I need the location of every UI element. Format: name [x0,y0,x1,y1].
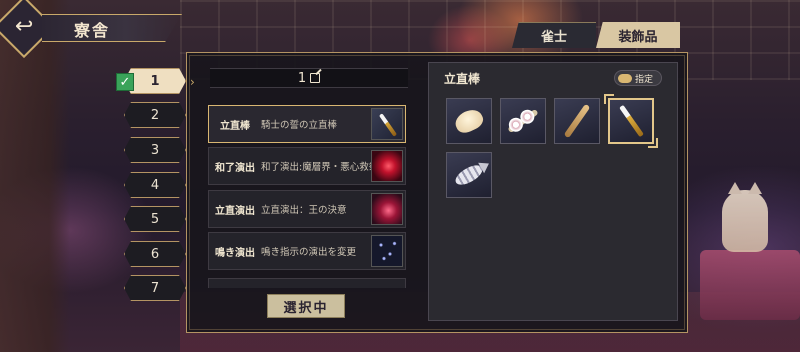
lucky-cat-figure [722,182,768,252]
edit-icon[interactable] [310,73,321,83]
item-bun[interactable] [446,98,492,144]
slot-type-label: 立直棒 [220,120,250,132]
page-title: 寮舎 [74,21,111,40]
loadout-6-button[interactable]: 6 [124,241,186,267]
slot-call-effect[interactable]: 鳴き演出 鳴き指示の演出を変更 [208,232,406,270]
back-arrow-icon: ↩ [14,14,34,39]
item-knight-stick[interactable] [604,94,658,148]
loadout-number: 1 [297,70,307,86]
slot-win-effect[interactable]: 和了演出 和了演出:魔層界・悪心救祭 [208,147,406,185]
red-effect-thumb-icon [371,150,403,182]
bat-icon [563,103,591,139]
slot-item-name: 鳴き指示の演出を変更 [261,247,357,258]
title-bar [42,14,182,42]
loadout-5-button[interactable]: 5 [124,206,186,232]
tab-janshi[interactable]: 雀士 [512,22,596,48]
slot-partial-next [208,278,406,288]
item-panel-title: 立直棒 [444,72,481,86]
slot-riichi-effect[interactable]: 立直演出 立直演出：王の決意 [208,190,406,228]
knight-stick-icon [618,104,644,138]
tab-decorations[interactable]: 装飾品 [596,22,680,48]
slot-item-name: 和了演出:魔層界・悪心救祭 [261,162,371,173]
selected-button[interactable]: 選択中 [267,294,345,318]
loadout-2-button[interactable]: 2 [124,102,186,128]
loadout-3-button[interactable]: 3 [124,137,186,163]
slot-type-label: 和了演出 [215,162,255,174]
fish-icon [452,161,486,189]
crystal-effect-thumb-icon [371,193,403,225]
loadout-name-bar[interactable]: 1 [210,68,408,88]
designate-toggle[interactable]: 指定 [614,70,662,86]
riichi-stick-thumb-icon [371,108,403,140]
slot-item-name: 立直演出：王の決意 [261,205,347,216]
skewer-icon [507,108,539,134]
stars-effect-thumb-icon [371,235,403,267]
bun-icon [452,106,486,136]
slot-type-label: 立直演出 [215,205,255,217]
slot-type-label: 鳴き演出 [215,247,255,259]
left-pillar [0,0,70,352]
toggle-knob [618,73,632,83]
item-skewer[interactable] [500,98,546,144]
selected-arrow-icon: › [190,75,195,89]
background-table [700,250,800,320]
item-fish[interactable] [446,152,492,198]
item-bat[interactable] [554,98,600,144]
check-icon: ✓ [116,73,134,91]
loadout-4-button[interactable]: 4 [124,172,186,198]
slot-riichi-stick[interactable]: 立直棒 騎士の誓の立直棒 [208,105,406,143]
slot-item-name: 騎士の誓の立直棒 [261,120,338,131]
toggle-label: 指定 [635,74,654,85]
loadout-7-button[interactable]: 7 [124,275,186,301]
